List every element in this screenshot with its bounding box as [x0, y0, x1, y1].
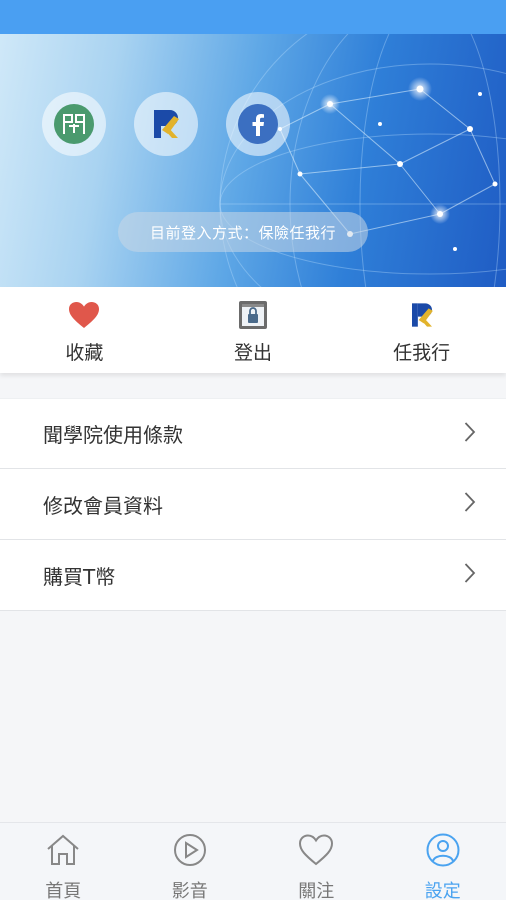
facebook-icon	[238, 104, 278, 144]
logout-icon	[238, 300, 268, 330]
tab-video[interactable]: 影音	[127, 823, 254, 900]
menu-item-buy-coins[interactable]: 購買T幣	[0, 540, 506, 611]
renwoxing-button[interactable]: 任我行	[337, 287, 506, 373]
menu-item-label: 聞學院使用條款	[43, 423, 183, 447]
tab-home-label: 首頁	[45, 881, 82, 900]
chevron-right-icon	[464, 421, 476, 447]
menu-item-terms[interactable]: 聞學院使用條款	[0, 398, 506, 469]
play-icon	[172, 833, 208, 871]
heart-outline-icon	[298, 833, 334, 871]
tab-settings-label: 設定	[424, 881, 461, 900]
tab-settings[interactable]: 設定	[380, 823, 506, 900]
renwoxing-label: 任我行	[393, 342, 451, 364]
quick-actions-bar: 收藏 登出 任我行	[0, 287, 506, 373]
favorites-label: 收藏	[65, 342, 104, 364]
wenxueyuan-login-button[interactable]	[42, 92, 106, 156]
home-icon	[45, 833, 81, 871]
wenxueyuan-logo-icon	[54, 104, 94, 144]
chevron-right-icon	[464, 562, 476, 588]
renwoxing-login-button[interactable]	[134, 92, 198, 156]
chevron-right-icon	[464, 491, 476, 517]
facebook-login-button[interactable]	[226, 92, 290, 156]
renwoxing-logo-icon	[146, 104, 186, 144]
status-bar	[0, 0, 506, 34]
user-icon	[425, 833, 461, 871]
renwoxing-logo-icon	[407, 300, 437, 330]
tab-video-label: 影音	[171, 881, 208, 900]
login-method-label: 目前登入方式：保險任我行	[118, 212, 368, 252]
logout-label: 登出	[234, 342, 273, 364]
menu-item-edit-profile[interactable]: 修改會員資料	[0, 469, 506, 540]
profile-header: 目前登入方式：保險任我行	[0, 34, 506, 287]
menu-item-label: 購買T幣	[43, 564, 116, 589]
favorites-button[interactable]: 收藏	[0, 287, 169, 373]
tab-home[interactable]: 首頁	[0, 823, 127, 900]
logout-button[interactable]: 登出	[169, 287, 338, 373]
heart-icon	[68, 300, 100, 330]
settings-menu: 聞學院使用條款 修改會員資料 購買T幣	[0, 398, 506, 611]
menu-item-label: 修改會員資料	[43, 493, 163, 518]
tab-follow[interactable]: 關注	[253, 823, 380, 900]
bottom-tab-bar: 首頁 影音 關注 設定	[0, 822, 506, 900]
tab-follow-label: 關注	[298, 881, 335, 900]
